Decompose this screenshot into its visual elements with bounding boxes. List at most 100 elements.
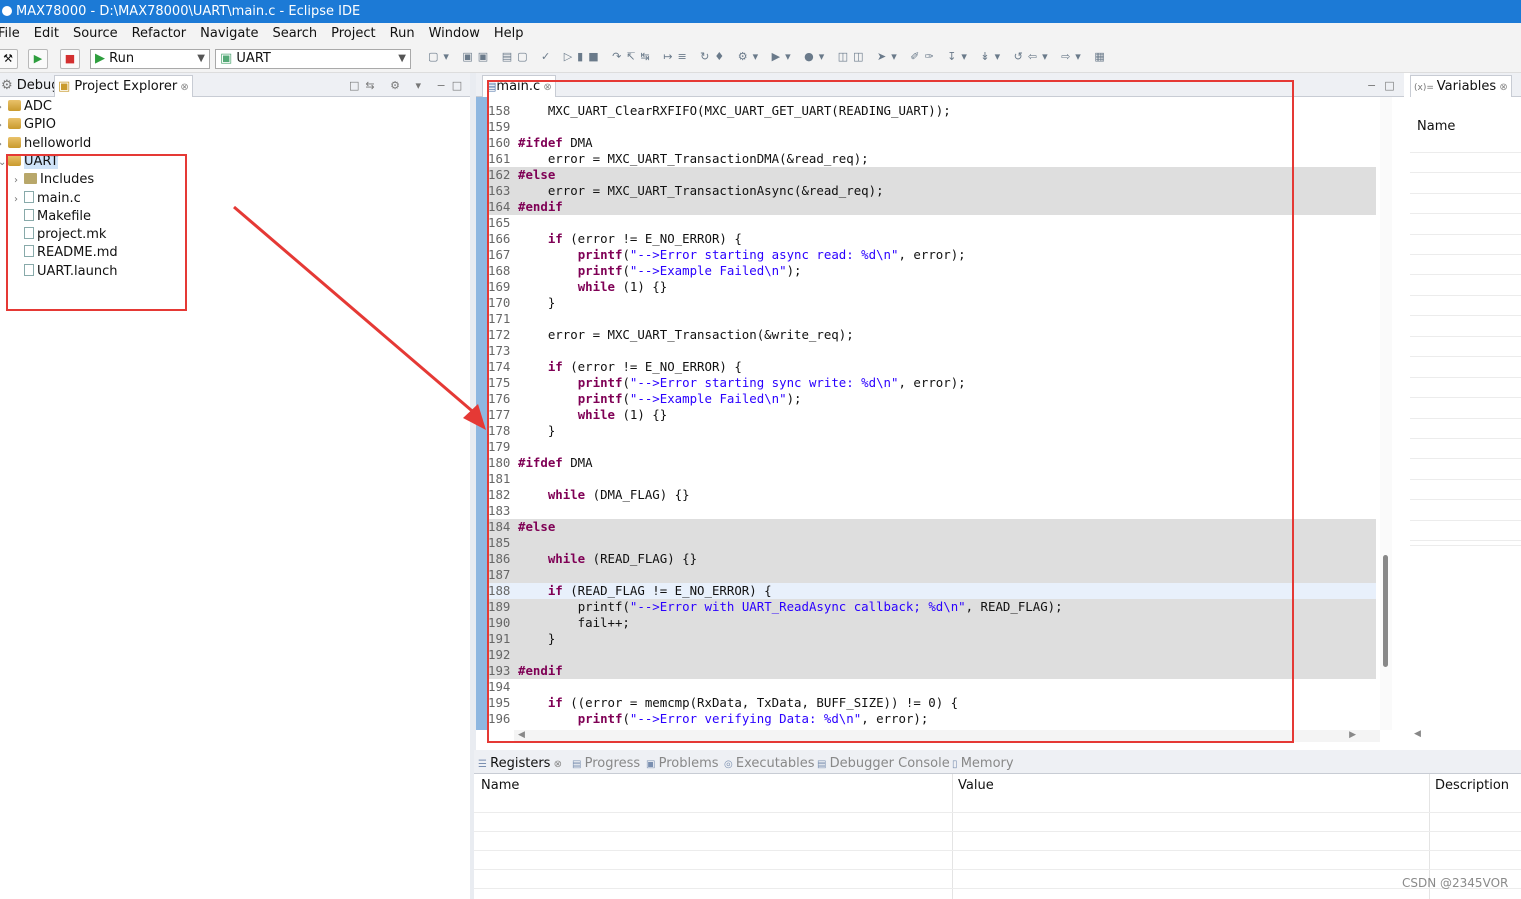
table-row[interactable] [474,869,1521,870]
code-line[interactable]: 164 #endif [488,199,1376,215]
menu-item-window[interactable]: Window [429,23,480,45]
code-line[interactable]: 159 [488,119,1376,135]
code-line[interactable]: 174 if (error != E_NO_ERROR) { [488,359,1376,375]
close-icon[interactable]: ⊗ [1496,82,1507,93]
code-line[interactable]: 173 [488,343,1376,359]
variable-row[interactable] [1410,438,1521,439]
code-line[interactable]: 184 #else [488,519,1376,535]
code-line[interactable]: 171 [488,311,1376,327]
variable-row[interactable] [1410,315,1521,316]
code-editor[interactable]: 158 MXC_UART_ClearRXFIFO(MXC_UART_GET_UA… [476,97,1404,742]
chevron-right-icon[interactable]: › [14,172,24,190]
variable-row[interactable] [1410,295,1521,296]
variable-row[interactable] [1410,397,1521,398]
tab-project-explorer[interactable]: ▣ Project Explorer ⊗ [54,75,193,97]
launch-config-select[interactable]: ▣ UART ▼ [215,49,411,69]
code-line[interactable]: 178 } [488,423,1376,439]
code-line[interactable]: 196 printf("-->Error verifying Data: %d\… [488,711,1376,727]
tree-item-adc[interactable]: ›ADC [0,98,52,116]
tree-item-includes[interactable]: › Includes [14,171,94,189]
variable-row[interactable] [1410,520,1521,521]
variable-row[interactable] [1410,234,1521,235]
table-row[interactable] [474,831,1521,832]
variable-row[interactable] [1410,356,1521,357]
tree-item-makefile[interactable]: Makefile [14,208,91,226]
code-line[interactable]: 170 } [488,295,1376,311]
chevron-right-icon[interactable]: › [0,117,8,135]
column-divider[interactable] [952,774,953,899]
chevron-down-icon[interactable]: ⌄ [0,154,8,172]
tree-item-helloworld[interactable]: ›helloworld [0,135,91,153]
variable-row[interactable] [1410,545,1521,546]
code-line[interactable]: 168 printf("-->Example Failed\n"); [488,263,1376,279]
scroll-left-icon[interactable]: ◀ [518,730,525,740]
variable-row[interactable] [1410,336,1521,337]
code-line[interactable]: 177 while (1) {} [488,407,1376,423]
menu-item-run[interactable]: Run [390,23,415,45]
code-line[interactable]: 166 if (error != E_NO_ERROR) { [488,231,1376,247]
variable-row[interactable] [1410,152,1521,153]
code-line[interactable]: 165 [488,215,1376,231]
variable-row[interactable] [1410,499,1521,500]
scroll-left-icon[interactable]: ◀ [1414,729,1421,739]
tab-debugger-console[interactable]: ▤ Debugger Console [817,753,950,774]
code-line[interactable]: 188 if (READ_FLAG != E_NO_ERROR) { [488,583,1376,599]
view-toolbar-icons[interactable]: □⇆ ⚙ ▾ −□ [346,75,471,97]
variable-row[interactable] [1410,172,1521,173]
code-line[interactable]: 167 printf("-->Error starting async read… [488,247,1376,263]
code-line[interactable]: 163 error = MXC_UART_TransactionAsync(&r… [488,183,1376,199]
launch-mode-select[interactable]: ▶ Run ▼ [90,49,210,69]
code-line[interactable]: 190 fail++; [488,615,1376,631]
code-line[interactable]: 180 #ifdef DMA [488,455,1376,471]
launch-icon[interactable]: ▶ [28,49,48,69]
variable-row[interactable] [1410,213,1521,214]
code-line[interactable]: 169 while (1) {} [488,279,1376,295]
variable-row[interactable] [1410,254,1521,255]
variable-row[interactable] [1410,418,1521,419]
menu-item-project[interactable]: Project [331,23,375,45]
table-row[interactable] [474,812,1521,813]
code-line[interactable]: 179 [488,439,1376,455]
chevron-right-icon[interactable]: › [0,136,8,154]
variable-row[interactable] [1410,479,1521,480]
scroll-right-icon[interactable]: ▶ [1349,730,1356,740]
code-line[interactable]: 191 } [488,631,1376,647]
code-line[interactable]: 158 MXC_UART_ClearRXFIFO(MXC_UART_GET_UA… [488,103,1376,119]
code-line[interactable]: 195 if ((error = memcmp(RxData, TxData, … [488,695,1376,711]
code-line[interactable]: 172 error = MXC_UART_Transaction(&write_… [488,327,1376,343]
build-hammer-icon[interactable]: ⚒ [0,49,18,69]
menu-item-search[interactable]: Search [272,23,317,45]
code-line[interactable]: 189 printf("-->Error with UART_ReadAsync… [488,599,1376,615]
tab-progress[interactable]: ▤ Progress [572,753,640,774]
menu-item-navigate[interactable]: Navigate [200,23,258,45]
tree-item-uart[interactable]: ⌄ UART [0,153,59,172]
tree-item-uart-launch[interactable]: UART.launch [14,263,117,281]
code-line[interactable]: 162 #else [488,167,1376,183]
tab-variables[interactable]: (x)= Variables ⊗ [1410,75,1512,97]
menu-item-file[interactable]: File [0,23,20,45]
horizontal-scrollbar[interactable]: ◀ ▶ [514,730,1380,742]
tree-item-readme-md[interactable]: README.md [14,244,118,262]
menu-item-edit[interactable]: Edit [34,23,59,45]
tab-problems[interactable]: ▣ Problems [646,753,719,774]
tab-main-c[interactable]: ▤main.c ⊗ [482,75,556,97]
code-line[interactable]: 161 error = MXC_UART_TransactionDMA(&rea… [488,151,1376,167]
tab-registers[interactable]: ☰ Registers ⊗ [478,753,562,774]
tree-item-project-mk[interactable]: project.mk [14,226,106,244]
code-line[interactable]: 182 while (DMA_FLAG) {} [488,487,1376,503]
code-line[interactable]: 175 printf("-->Error starting sync write… [488,375,1376,391]
tree-item-gpio[interactable]: ›GPIO [0,116,56,134]
code-line[interactable]: 185 [488,535,1376,551]
variable-row[interactable] [1410,540,1521,541]
code-line[interactable]: 183 [488,503,1376,519]
code-line[interactable]: 194 [488,679,1376,695]
menu-item-help[interactable]: Help [494,23,524,45]
editor-min-max-icons[interactable]: −□ [1364,75,1406,97]
variable-row[interactable] [1410,193,1521,194]
close-icon[interactable]: ⊗ [550,759,562,770]
code-line[interactable]: 187 [488,567,1376,583]
code-line[interactable]: 193 #endif [488,663,1376,679]
menu-item-refactor[interactable]: Refactor [132,23,187,45]
variable-row[interactable] [1410,377,1521,378]
tree-item-main-c[interactable]: › main.c [14,190,81,208]
